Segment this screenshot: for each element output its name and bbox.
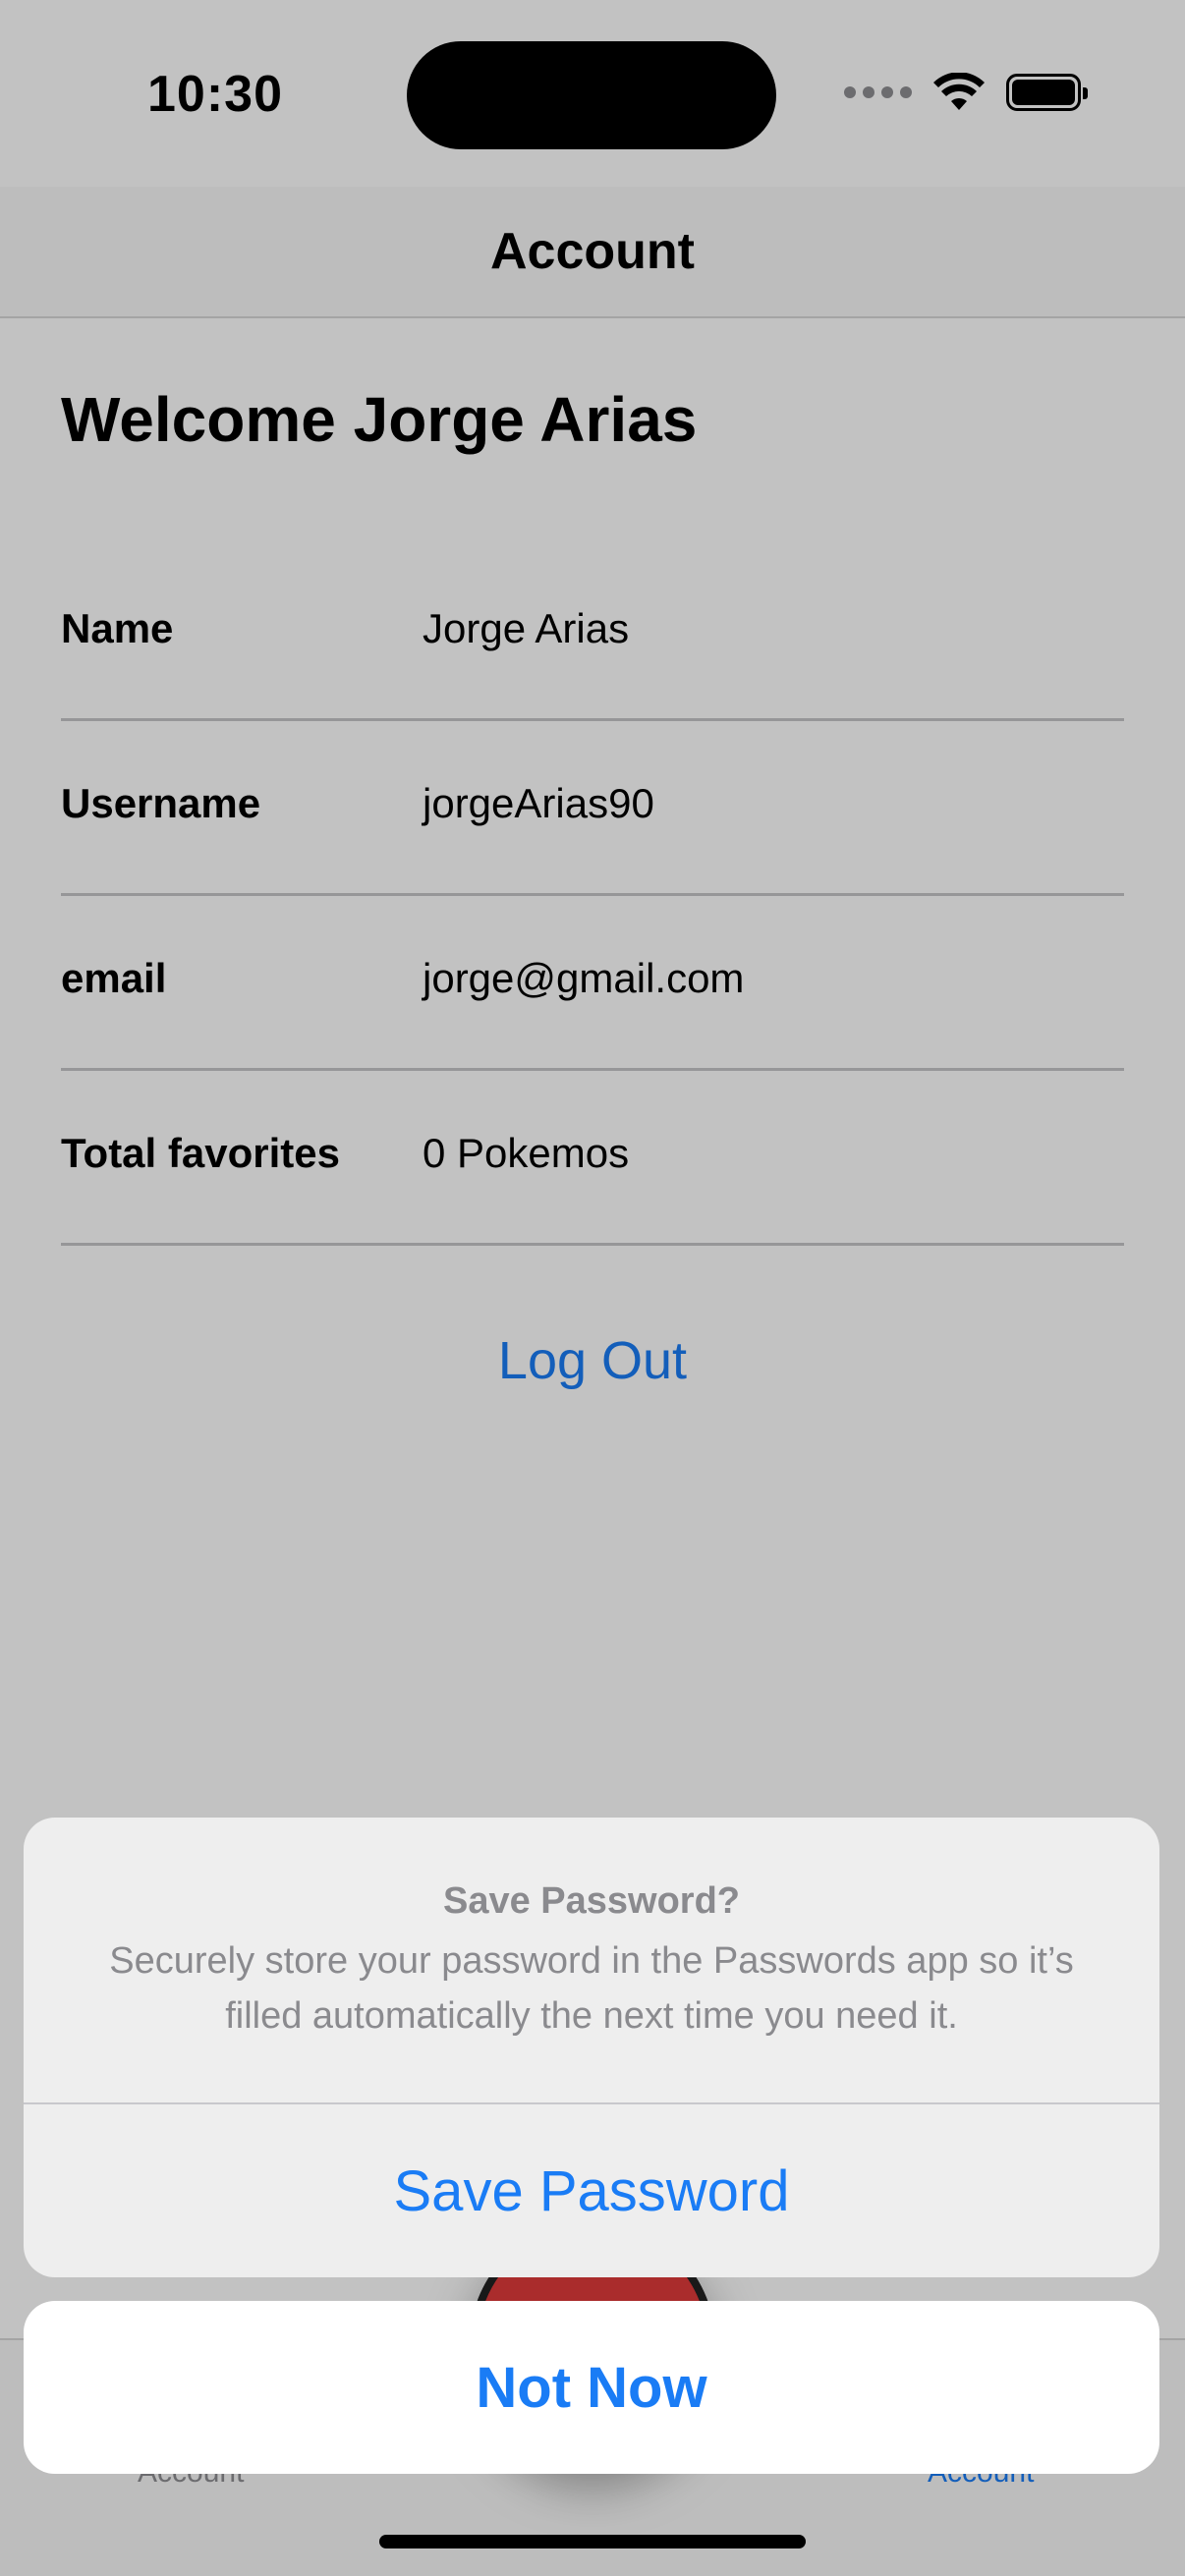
save-password-button[interactable]: Save Password — [24, 2104, 1159, 2277]
save-password-sheet: Save Password? Securely store your passw… — [24, 1818, 1159, 2277]
home-indicator[interactable] — [379, 2535, 806, 2548]
sheet-title: Save Password? — [442, 1880, 741, 1922]
sheet-message: Securely store your password in the Pass… — [109, 1940, 1074, 2037]
app-screen: 10:30 Account Welcome Jorge Arias Name J… — [0, 0, 1185, 2576]
not-now-button[interactable]: Not Now — [24, 2301, 1159, 2474]
